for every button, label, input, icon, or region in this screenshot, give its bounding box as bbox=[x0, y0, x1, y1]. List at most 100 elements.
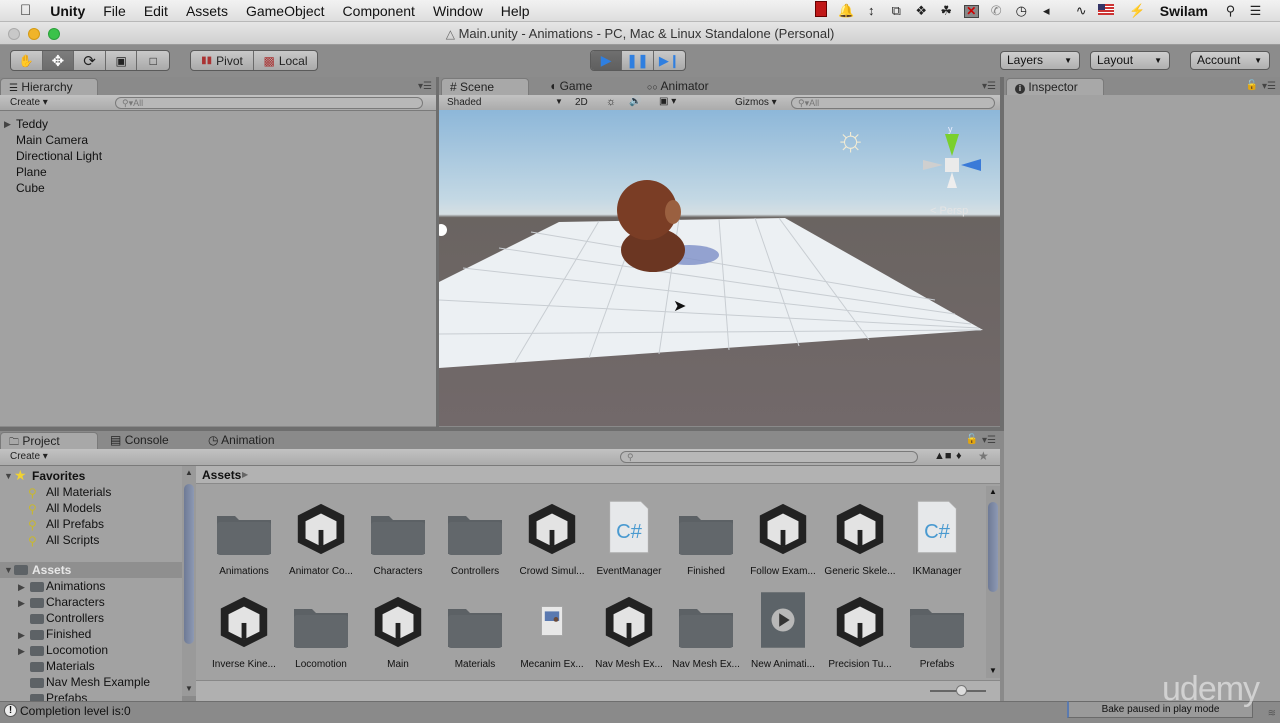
us-flag-icon[interactable] bbox=[1094, 3, 1119, 18]
asset-item[interactable]: Inverse Kine... bbox=[206, 589, 282, 677]
asset-item[interactable]: Locomotion bbox=[283, 589, 359, 677]
pivot-toggle[interactable]: ▮▮ Pivot bbox=[191, 51, 255, 70]
favorite-item[interactable]: All Materials bbox=[46, 485, 111, 499]
favorite-item[interactable]: All Scripts bbox=[46, 533, 99, 547]
icon-size-slider-thumb[interactable] bbox=[956, 685, 967, 696]
project-search-input[interactable]: ⚲ bbox=[620, 451, 918, 463]
tree-scrollbar[interactable]: ▲ ▼ bbox=[182, 466, 196, 696]
2d-toggle[interactable]: 2D bbox=[575, 97, 588, 108]
shading-mode-dropdown[interactable]: Shaded bbox=[447, 97, 481, 108]
move-tool-button[interactable]: ✥ bbox=[42, 51, 75, 70]
lock-icon[interactable]: 🔓 bbox=[966, 434, 978, 445]
asset-item[interactable]: Nav Mesh Ex... bbox=[668, 589, 744, 677]
notification-bell-icon[interactable]: 🔔 bbox=[834, 3, 859, 19]
hierarchy-item[interactable]: Teddy bbox=[16, 117, 48, 131]
maximize-window-button[interactable] bbox=[48, 28, 60, 40]
minimize-window-button[interactable] bbox=[28, 28, 40, 40]
asset-item[interactable]: Animations bbox=[206, 496, 282, 584]
status-message[interactable]: Completion level is:0 bbox=[20, 702, 131, 721]
tree-folder[interactable]: Animations bbox=[46, 579, 105, 593]
tree-folder[interactable]: Characters bbox=[46, 595, 105, 609]
panel-menu-icon[interactable]: ▾☰ bbox=[418, 81, 432, 92]
scene-search-input[interactable]: ⚲▾All bbox=[791, 97, 995, 109]
battery-charging-icon[interactable]: ⚡ bbox=[1125, 3, 1150, 19]
scene-viewport[interactable]: ☼ y < Persp ➤ bbox=[439, 110, 1000, 426]
audio-toggle-icon[interactable]: 🔊 bbox=[629, 96, 641, 107]
hierarchy-item[interactable]: Cube bbox=[16, 181, 45, 195]
account-dropdown[interactable]: Account ▼ bbox=[1190, 51, 1270, 70]
asset-item[interactable]: Precision Tu... bbox=[822, 589, 898, 677]
evernote-icon[interactable]: ☘ bbox=[934, 3, 959, 19]
asset-item[interactable]: Finished bbox=[668, 496, 744, 584]
tab-inspector[interactable]: i Inspector bbox=[1006, 78, 1104, 95]
spotlight-search-icon[interactable]: ⚲ bbox=[1218, 3, 1243, 19]
time-machine-icon[interactable]: ◷ bbox=[1009, 3, 1034, 19]
expand-arrow-icon[interactable]: ▶ bbox=[18, 582, 25, 593]
tab-scene[interactable]: # Scene bbox=[441, 78, 529, 95]
collapse-arrow-icon[interactable]: ▼ bbox=[4, 471, 13, 481]
scale-tool-button[interactable]: ▣ bbox=[106, 51, 138, 70]
panel-menu-icon[interactable]: ▾☰ bbox=[982, 81, 996, 92]
gizmos-dropdown[interactable]: Gizmos ▾ bbox=[735, 97, 777, 108]
tab-animation[interactable]: ◷ Animation bbox=[200, 432, 300, 449]
flash-video-icon[interactable] bbox=[809, 1, 834, 20]
favorite-item[interactable]: All Models bbox=[46, 501, 101, 515]
favorite-item[interactable]: All Prefabs bbox=[46, 517, 104, 531]
apple-menu-icon[interactable]:  bbox=[0, 2, 41, 19]
tree-folder[interactable]: Controllers bbox=[46, 611, 104, 625]
resize-grip-icon[interactable]: ≋ bbox=[1268, 704, 1276, 723]
asset-item[interactable]: Materials bbox=[437, 589, 513, 677]
menu-help[interactable]: Help bbox=[492, 3, 539, 19]
asset-item[interactable]: Prefabs bbox=[899, 589, 975, 677]
user-name[interactable]: Swilam bbox=[1150, 3, 1218, 19]
lock-icon[interactable]: 🔓 bbox=[1246, 80, 1258, 91]
scene-orientation-gizmo[interactable]: y bbox=[919, 124, 989, 208]
resize-arrows-icon[interactable]: ↕ bbox=[859, 3, 884, 18]
filter-by-type-icon[interactable]: ▲■ bbox=[934, 450, 952, 462]
panel-menu-icon[interactable]: ▾☰ bbox=[982, 435, 996, 446]
rotate-tool-button[interactable]: ⟳ bbox=[74, 51, 106, 70]
tab-animator[interactable]: ○○ Animator bbox=[639, 78, 739, 95]
hierarchy-create-button[interactable]: Create ▾ bbox=[10, 97, 48, 108]
rect-tool-button[interactable]: □ bbox=[137, 51, 169, 70]
menu-assets[interactable]: Assets bbox=[177, 3, 237, 19]
tab-console[interactable]: ▤ Console bbox=[102, 432, 192, 449]
expand-arrow-icon[interactable]: ▶ bbox=[18, 630, 25, 641]
hierarchy-item[interactable]: Plane bbox=[16, 165, 47, 179]
asset-item[interactable]: Generic Skele... bbox=[822, 496, 898, 584]
asset-item[interactable]: Main bbox=[360, 589, 436, 677]
effects-image-icon[interactable]: ▣ ▾ bbox=[659, 96, 676, 107]
favorite-star-icon[interactable]: ★ bbox=[978, 449, 989, 463]
layout-dropdown[interactable]: Layout ▼ bbox=[1090, 51, 1170, 70]
asset-item[interactable]: Animator Co... bbox=[283, 496, 359, 584]
asset-item[interactable]: Controllers bbox=[437, 496, 513, 584]
screen-share-icon[interactable]: ⧉ bbox=[884, 3, 909, 19]
menu-app[interactable]: Unity bbox=[41, 3, 94, 19]
expand-arrow-icon[interactable]: ▶ bbox=[18, 598, 25, 609]
pause-button[interactable]: ❚❚ bbox=[622, 51, 654, 70]
tree-folder[interactable]: Materials bbox=[46, 659, 95, 673]
tab-game[interactable]: ◖ Game bbox=[541, 78, 621, 95]
assets-root-row[interactable]: ▼ Assets bbox=[0, 562, 182, 578]
phone-icon[interactable]: ✆ bbox=[984, 3, 1009, 19]
hierarchy-search-input[interactable]: ⚲▾All bbox=[115, 97, 423, 109]
asset-item[interactable]: Nav Mesh Ex... bbox=[591, 589, 667, 677]
wifi-icon[interactable]: ∿ bbox=[1069, 3, 1094, 19]
breadcrumb-assets[interactable]: Assets bbox=[202, 468, 241, 482]
tree-folder[interactable]: Nav Mesh Example bbox=[46, 675, 150, 689]
expand-arrow-icon[interactable]: ▶ bbox=[18, 646, 25, 657]
hierarchy-item[interactable]: Directional Light bbox=[16, 149, 102, 163]
asset-item[interactable]: New Animati... bbox=[745, 589, 821, 677]
dropbox-icon[interactable]: ❖ bbox=[909, 3, 934, 19]
local-toggle[interactable]: ▩ Local bbox=[254, 51, 317, 70]
expand-arrow-icon[interactable]: ▶ bbox=[4, 119, 11, 130]
menu-file[interactable]: File bbox=[94, 3, 135, 19]
favorites-header[interactable]: Favorites bbox=[32, 469, 85, 483]
hierarchy-item[interactable]: Main Camera bbox=[16, 133, 88, 147]
notification-center-icon[interactable]: ☰ bbox=[1243, 3, 1268, 19]
panel-menu-icon[interactable]: ▾☰ bbox=[1262, 81, 1276, 92]
asset-item[interactable]: C# IKManager bbox=[899, 496, 975, 584]
projection-label[interactable]: < Persp bbox=[930, 205, 968, 217]
menu-gameobject[interactable]: GameObject bbox=[237, 3, 334, 19]
menu-edit[interactable]: Edit bbox=[135, 3, 177, 19]
